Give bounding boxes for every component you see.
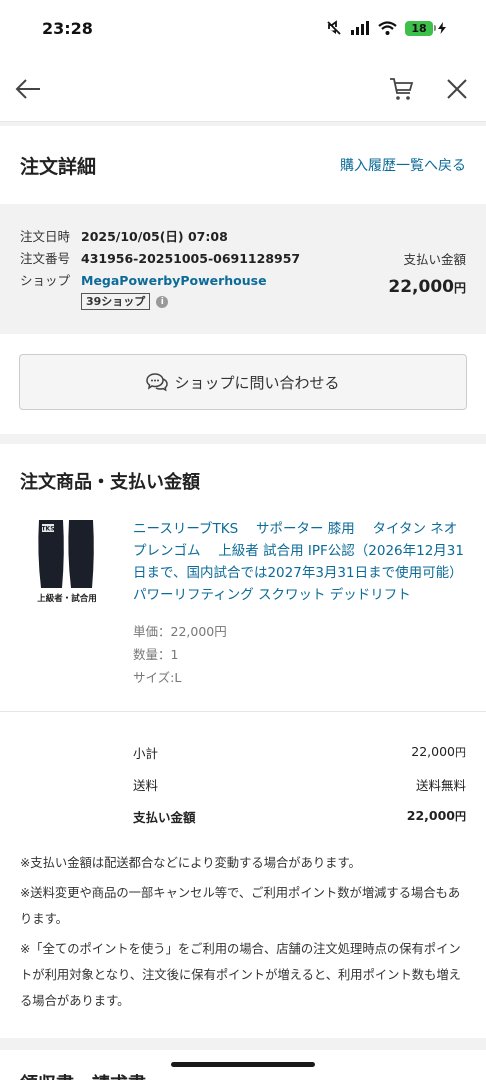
cart-icon: [390, 77, 414, 100]
note-item: ※支払い金額は配送都合などにより変動する場合があります。: [20, 856, 361, 870]
shop-badge: 39ショップ: [81, 293, 151, 310]
page-header: 注文詳細 購入履歴一覧へ戻る: [0, 126, 486, 204]
status-icons: 18: [326, 20, 446, 36]
totals-section: 小計 22,000円 送料 送料無料 支払い金額 22,000円: [0, 712, 486, 844]
order-number-value: 431956-20251005-0691128957: [81, 251, 301, 266]
payment-total-label: 支払い金額: [133, 809, 196, 825]
shipping-label: 送料: [133, 777, 159, 793]
product-thumbnail[interactable]: TKS 上級者・試合用: [20, 518, 114, 612]
shipping-value: 送料無料: [415, 777, 466, 793]
mute-icon: [327, 20, 341, 35]
subtotal-label: 小計: [133, 745, 159, 761]
shipping-row: 送料 送料無料: [133, 768, 466, 800]
chat-icon: [146, 373, 169, 392]
note-item: ※送料変更や商品の一部キャンセル等で、ご利用ポイント数が増減する場合もあります。: [20, 886, 461, 926]
items-section-title: 注文商品・支払い金額: [20, 472, 200, 493]
size: サイズ:L: [133, 670, 182, 685]
purchase-history-link[interactable]: 購入履歴一覧へ戻る: [340, 155, 466, 175]
payment-total-value: 22,000円: [406, 808, 466, 823]
page-title: 注文詳細: [20, 155, 97, 178]
order-date-value: 2025/10/05(日) 07:08: [81, 229, 228, 244]
wifi-icon: [378, 21, 397, 35]
quantity: 数量：1: [133, 647, 179, 662]
signal-icon: [351, 21, 369, 35]
close-button[interactable]: [446, 78, 468, 100]
product-logo-text: TKS: [41, 526, 54, 533]
contact-section: ショップに問い合わせる: [0, 334, 486, 444]
charging-icon: [438, 22, 446, 34]
status-bar: 23:28 18: [0, 0, 486, 56]
battery-icon: 18: [405, 20, 446, 36]
shop-link[interactable]: MegaPowerbyPowerhouse: [81, 270, 267, 292]
thumbnail-caption: 上級者・試合用: [37, 594, 97, 604]
payment-total-row: 支払い金額 22,000円: [133, 800, 466, 832]
top-nav: [0, 56, 486, 122]
shop-row: ショップ MegaPowerbyPowerhouse: [20, 270, 300, 292]
product-name-link[interactable]: ニースリーブTKS サポーター 膝用 タイタン ネオプレンゴム 上級者 試合用 …: [133, 518, 466, 606]
contact-shop-label: ショップに問い合わせる: [174, 373, 340, 392]
order-number-label: 注文番号: [20, 251, 71, 266]
payment-notes: ※支払い金額は配送都合などにより変動する場合があります。 ※送料変更や商品の一部…: [0, 844, 486, 1050]
note-item: ※「全てのポイントを使う」をご利用の場合、店舗の注文処理時点の保有ポイントが利用…: [20, 942, 461, 1008]
payment-amount: 22,000円: [388, 277, 466, 297]
subtotal-value: 22,000円: [411, 744, 466, 759]
order-info: 注文日時 2025/10/05(日) 07:08 注文番号 431956-202…: [0, 204, 486, 334]
home-indicator[interactable]: [171, 1062, 315, 1067]
product-item: TKS 上級者・試合用 ニースリーブTKS サポーター 膝用 タイタン ネオプレ…: [0, 518, 486, 712]
payment-label: 支払い金額: [403, 252, 466, 267]
close-icon: [447, 78, 467, 99]
order-date-row: 注文日時 2025/10/05(日) 07:08: [20, 226, 300, 248]
unit-price: 単価：22,000円: [133, 624, 227, 639]
knee-sleeve-image: TKS: [38, 520, 94, 588]
cart-button[interactable]: [388, 76, 414, 102]
subtotal-row: 小計 22,000円: [133, 736, 466, 768]
order-date-label: 注文日時: [20, 229, 71, 244]
contact-shop-button[interactable]: ショップに問い合わせる: [19, 354, 467, 410]
battery-level: 18: [411, 21, 427, 35]
shop-label: ショップ: [20, 273, 71, 288]
status-time: 23:28: [42, 18, 93, 38]
order-number-row: 注文番号 431956-20251005-0691128957: [20, 248, 300, 270]
back-button[interactable]: [14, 77, 42, 101]
arrow-left-icon: [15, 78, 40, 99]
info-icon[interactable]: i: [156, 295, 169, 308]
